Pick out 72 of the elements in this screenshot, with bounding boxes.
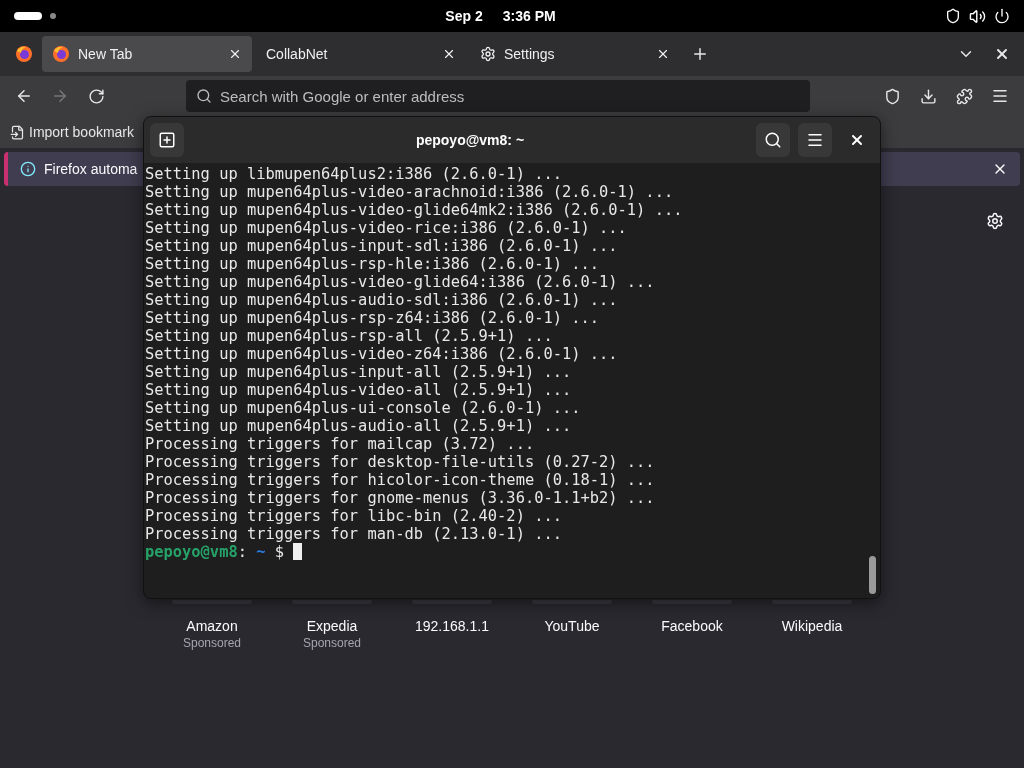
close-tab-icon[interactable]	[656, 47, 670, 61]
forward-icon	[51, 87, 69, 105]
info-icon	[20, 161, 36, 177]
text-cursor	[293, 543, 303, 560]
browser-tab[interactable]: New Tab	[42, 36, 252, 72]
import-icon	[10, 124, 25, 140]
date-text: Sep 2	[445, 8, 483, 24]
prompt-user: pepoyo@vm8	[145, 543, 238, 561]
terminal-line: Setting up mupen64plus-video-glide64:i386 (2.6.0-1) ...	[145, 273, 656, 291]
terminal-line: Processing triggers for desktop-file-utils (0.27-2) ...	[145, 453, 656, 471]
prompt-separator: :	[237, 543, 247, 561]
sponsored-label: Sponsored	[302, 636, 361, 650]
shortcut-label[interactable]: Wikipedia	[781, 618, 843, 634]
terminal-line: Processing triggers for libc-bin (2.40-2) ...	[145, 507, 563, 525]
terminal-line: Setting up mupen64plus-ui-console (2.6.0-1) ...	[145, 399, 582, 417]
menu-icon	[806, 131, 824, 149]
reload-icon	[87, 87, 105, 105]
address-field[interactable]: Search with Google or enter address	[186, 80, 810, 112]
scrollbar-thumb[interactable]	[869, 556, 876, 594]
menu-button[interactable]	[798, 123, 832, 157]
close-tab-icon[interactable]	[442, 47, 456, 61]
terminal-title: pepoyo@vm8: ~	[414, 132, 526, 148]
new-tab-button[interactable]	[150, 123, 184, 157]
puzzle-icon	[955, 87, 973, 105]
import-bookmarks-link[interactable]: Import bookmark	[29, 124, 135, 140]
search-icon	[196, 88, 212, 104]
plus-icon	[691, 45, 709, 63]
terminal-line: Processing triggers for gnome-menus (3.36.0-1.1+b2) ...	[145, 489, 656, 507]
prompt-path: ~	[256, 543, 266, 561]
terminal-line: Setting up mupen64plus-video-rice:i386 (2.6.0-1) ...	[145, 219, 628, 237]
workspace-dot[interactable]	[50, 13, 56, 19]
settings-icon	[480, 46, 496, 62]
terminal-line: Setting up mupen64plus-video-glide64mk2:i386 (2.6.0-1) ...	[145, 201, 684, 219]
terminal-line: Setting up mupen64plus-rsp-all (2.5.9+1) ...	[145, 327, 554, 345]
terminal-line: Setting up mupen64plus-audio-all (2.5.9+1) ...	[145, 417, 573, 435]
notification-text: Firefox automa	[44, 161, 138, 177]
browser-tab[interactable]: Settings	[470, 36, 680, 72]
terminal-line: Setting up mupen64plus-video-z64:i386 (2.6.0-1) ...	[145, 345, 619, 363]
settings-icon[interactable]	[986, 212, 1004, 230]
search-button[interactable]	[756, 123, 790, 157]
terminal-line: Processing triggers for hicolor-icon-theme (0.18-1) ...	[145, 471, 656, 489]
shield-icon	[883, 87, 901, 105]
shortcut-label[interactable]: YouTube	[544, 618, 600, 634]
terminal-line: Setting up mupen64plus-audio-sdl:i386 (2.6.0-1) ...	[145, 291, 619, 309]
menu-icon	[991, 87, 1009, 105]
close-tab-icon[interactable]	[228, 47, 242, 61]
time-text: 3:36 PM	[502, 8, 556, 24]
terminal-line: Setting up mupen64plus-rsp-z64:i386 (2.6.0-1) ...	[145, 309, 601, 327]
search-icon	[764, 131, 782, 149]
workspace-indicator[interactable]	[14, 12, 42, 20]
close-icon	[849, 132, 865, 148]
back-icon	[15, 87, 33, 105]
plus-icon	[158, 131, 176, 149]
terminal-line: Setting up mupen64plus-input-sdl:i386 (2.6.0-1) ...	[145, 237, 619, 255]
shortcut-label[interactable]: Facebook	[661, 618, 723, 634]
volume-icon[interactable]	[969, 7, 986, 25]
terminal-line: Processing triggers for man-db (2.13.0-1) ...	[145, 525, 563, 543]
download-icon	[919, 87, 937, 105]
terminal-line: Processing triggers for mailcap (3.72) ...	[145, 435, 536, 453]
terminal-line: Setting up mupen64plus-video-all (2.5.9+1) ...	[145, 381, 573, 399]
close-icon	[994, 46, 1010, 62]
terminal-line: Setting up mupen64plus-input-all (2.5.9+1) ...	[145, 363, 573, 381]
sponsored-label: Sponsored	[182, 636, 241, 650]
terminal-line: Setting up mupen64plus-rsp-hle:i386 (2.6.0-1) ...	[145, 255, 601, 273]
prompt-symbol: $	[274, 543, 284, 561]
shortcut-label[interactable]: 192.168.1.1	[415, 618, 489, 634]
terminal-line: Setting up libmupen64plus2:i386 (2.6.0-1) ...	[145, 165, 563, 183]
shortcut-label[interactable]: Amazon	[186, 618, 238, 634]
power-icon[interactable]	[994, 8, 1010, 24]
shortcut-label[interactable]: Expedia	[306, 618, 358, 634]
browser-tab[interactable]: CollabNet	[256, 36, 466, 72]
terminal-line: Setting up mupen64plus-video-arachnoid:i386 (2.6.0-1) ...	[145, 183, 675, 201]
